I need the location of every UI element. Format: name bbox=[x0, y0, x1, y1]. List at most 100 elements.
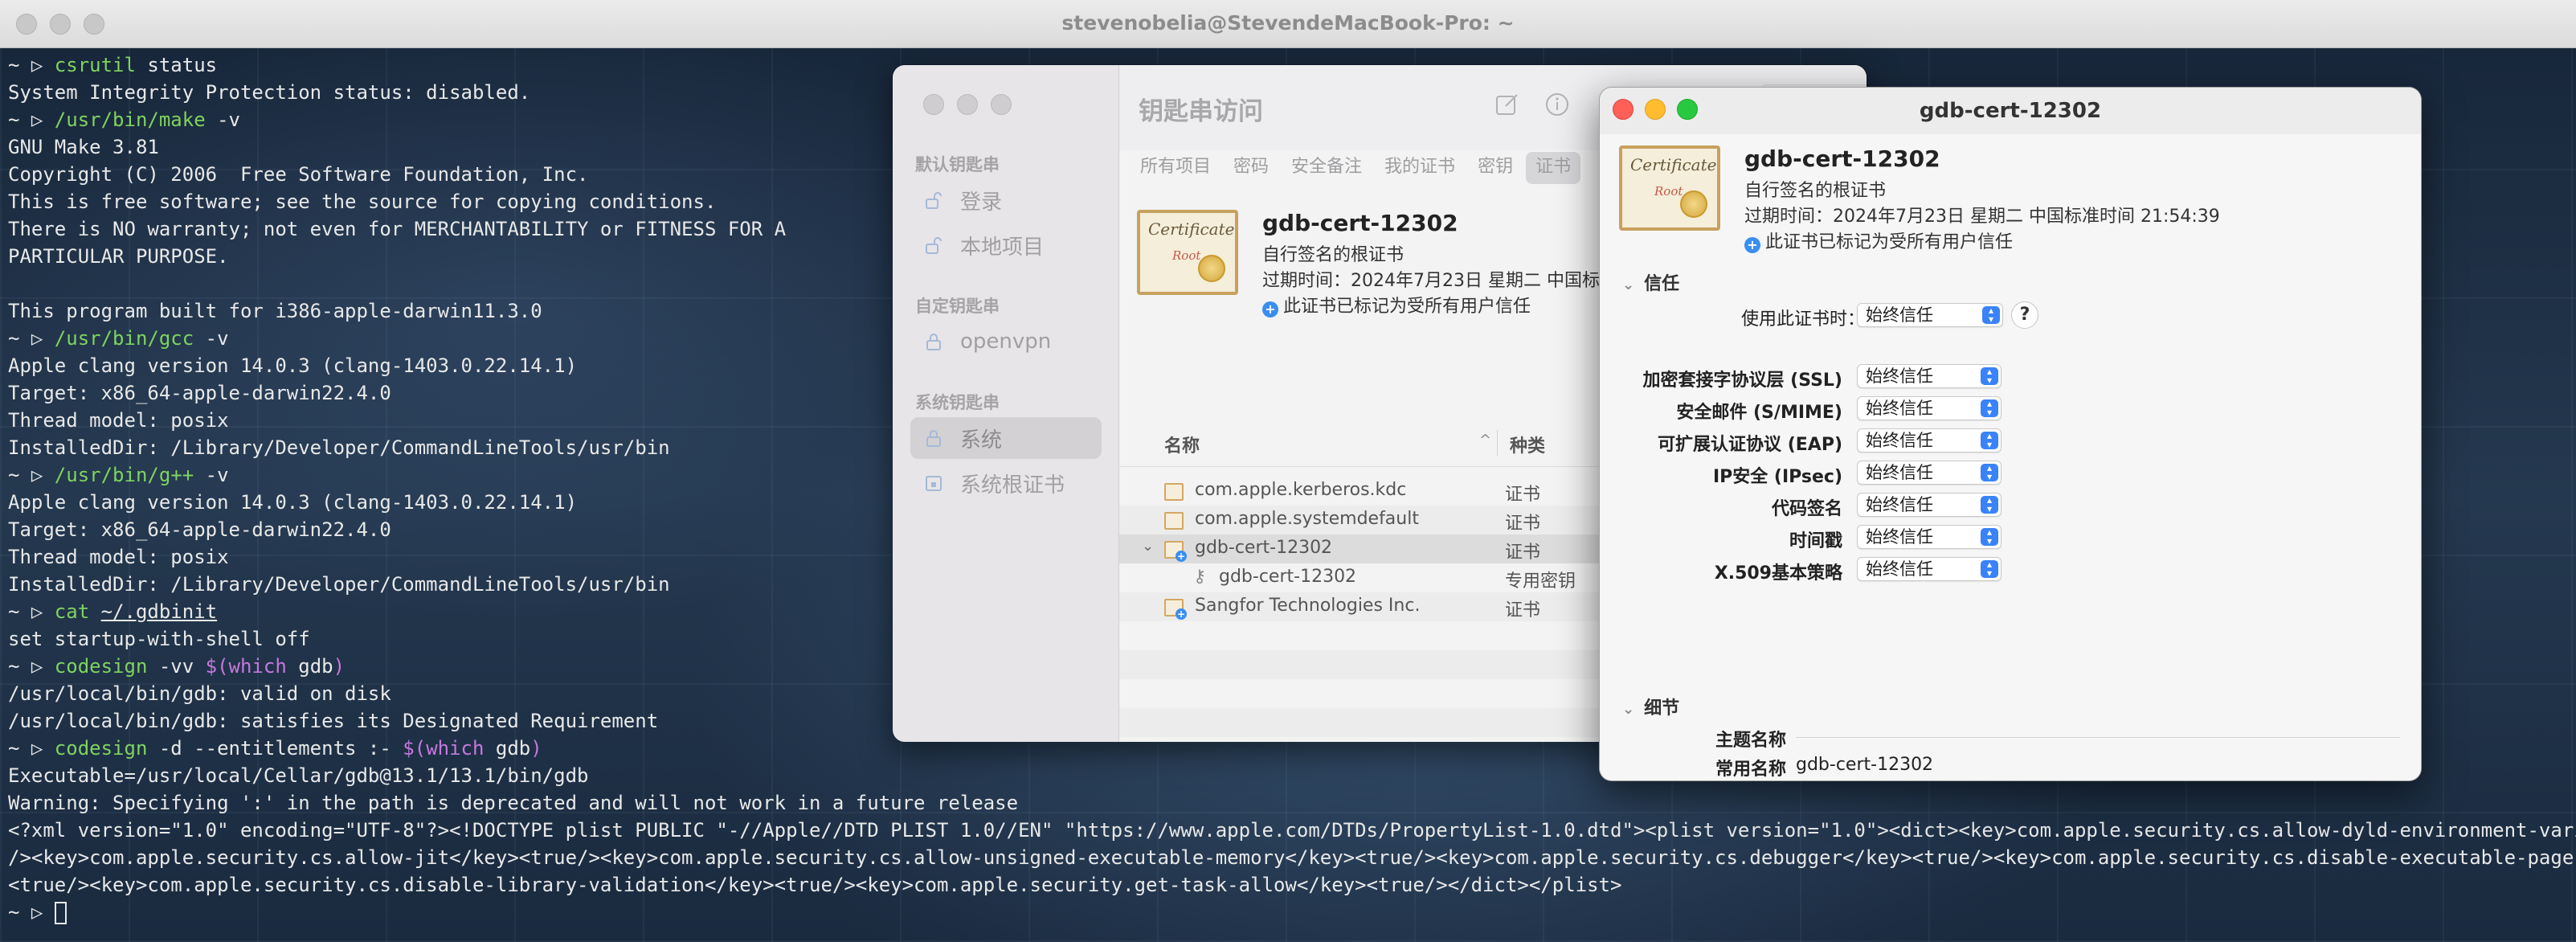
sidebar-group-default: 默认钥匙串 bbox=[915, 155, 1000, 174]
trust-policy-select[interactable]: 始终信任 ▴ ▾ bbox=[1857, 493, 2002, 517]
command-args: -d --entitlements :- bbox=[147, 737, 403, 760]
output-line: <?xml version="1.0" encoding="UTF-8"?><!… bbox=[8, 819, 2576, 842]
command-name: /usr/bin/gcc bbox=[54, 327, 194, 350]
subshell-arg: gdb bbox=[484, 737, 531, 760]
unlock-icon bbox=[923, 235, 944, 256]
trust-policy-select[interactable]: 始终信任 ▴ ▾ bbox=[1857, 428, 2002, 453]
command-args: status bbox=[135, 54, 218, 76]
output-line: /><key>com.apple.security.cs.allow-jit</… bbox=[8, 846, 2576, 869]
subshell-command: which bbox=[426, 737, 485, 760]
prompt: ~ ▷ bbox=[8, 54, 55, 76]
certificate-trust: + 此证书已标记为受所有用户信任 bbox=[1262, 292, 1531, 317]
command-name: cat bbox=[54, 600, 90, 623]
prompt: ~ ▷ bbox=[8, 901, 55, 924]
stepper-arrows-icon: ▴ ▾ bbox=[1981, 431, 1998, 449]
prompt: ~ ▷ bbox=[8, 600, 55, 623]
trust-policy-select[interactable]: 始终信任 ▴ ▾ bbox=[1857, 364, 2002, 388]
certificate-expiry: 过期时间：2024年7月23日 星期二 中国标准时间 21:54:39 bbox=[1744, 207, 2220, 227]
output-line: Warning: Specifying ':' in the path is d… bbox=[8, 792, 1019, 814]
sidebar-item-local[interactable]: 本地项目 bbox=[910, 224, 1102, 266]
window-title: gdb-cert-12302 bbox=[1919, 99, 2102, 123]
close-button[interactable] bbox=[923, 94, 944, 115]
use-certificate-label: 使用此证书时： bbox=[1740, 309, 1865, 330]
subshell-open: $( bbox=[205, 655, 229, 678]
sidebar-item-openvpn[interactable]: openvpn bbox=[910, 321, 1102, 362]
command-name: codesign bbox=[54, 655, 148, 678]
certificate-window-titlebar: gdb-cert-12302 bbox=[1600, 88, 2421, 134]
key-icon: ⚷ bbox=[1193, 567, 1207, 587]
detail-value: gdb-cert-12302 bbox=[1796, 755, 1934, 775]
trust-policy-select[interactable]: 始终信任 ▴ ▾ bbox=[1857, 525, 2002, 549]
info-icon[interactable] bbox=[1544, 91, 1571, 118]
command-name: csrutil bbox=[54, 54, 136, 76]
prompt: ~ ▷ bbox=[8, 655, 55, 678]
subject-name-heading: 主题名称 bbox=[1715, 731, 1786, 751]
trust-section-toggle[interactable]: ⌄ 信任 bbox=[1622, 269, 1679, 295]
tab-secure-notes[interactable]: 安全备注 bbox=[1282, 152, 1372, 184]
certificate-detail-window: gdb-cert-12302 Certificate Root gdb-cert… bbox=[1599, 87, 2422, 781]
certificate-type: 自行签名的根证书 bbox=[1262, 245, 1405, 265]
chevron-down-icon: ⌄ bbox=[1622, 276, 1635, 293]
prompt: ~ ▷ bbox=[8, 737, 55, 760]
trust-policy-select[interactable]: 始终信任 ▴ ▾ bbox=[1857, 396, 2002, 420]
tab-keys[interactable]: 密钥 bbox=[1468, 152, 1523, 184]
subshell-arg: gdb bbox=[286, 655, 333, 678]
sort-ascending-icon: ^ bbox=[1479, 432, 1492, 448]
sidebar-item-login[interactable]: 登录 bbox=[910, 179, 1102, 221]
certificate-expiry: 过期时间：2024年7月23日 星期二 中国标 bbox=[1262, 271, 1600, 291]
chevron-down-icon: ⌄ bbox=[1622, 701, 1635, 718]
certificate-trust: + 此证书已标记为受所有用户信任 bbox=[1744, 227, 2013, 253]
sidebar-group-custom: 自定钥匙串 bbox=[915, 297, 1000, 316]
prompt: ~ ▷ bbox=[8, 327, 55, 350]
certificate-name: gdb-cert-12302 bbox=[1744, 145, 1940, 172]
certificate-icon: Certificate Root bbox=[1137, 210, 1238, 295]
trust-policy-label: 安全邮件 (S/MIME) bbox=[1676, 403, 1842, 423]
disclosure-down-icon[interactable]: ⌄ bbox=[1142, 538, 1154, 555]
tab-certificates[interactable]: 证书 bbox=[1526, 152, 1581, 184]
command-args: -v bbox=[205, 109, 240, 131]
stepper-arrows-icon: ▴ ▾ bbox=[1981, 495, 1998, 514]
trust-policy-label: 时间戳 bbox=[1789, 531, 1842, 551]
detail-label: 常用名称 bbox=[1715, 760, 1786, 780]
prompt: ~ ▷ bbox=[8, 109, 55, 131]
certificate-type: 自行签名的根证书 bbox=[1744, 181, 1887, 201]
output-line: <true/><key>com.apple.security.cs.disabl… bbox=[8, 874, 1622, 896]
unlock-icon bbox=[923, 190, 944, 211]
sidebar-item-system-roots[interactable]: 系统根证书 bbox=[910, 462, 1102, 504]
seal-icon bbox=[1198, 255, 1225, 282]
trust-policy-label: X.509基本策略 bbox=[1714, 563, 1842, 584]
tab-my-certificates[interactable]: 我的证书 bbox=[1375, 152, 1465, 184]
terminal-titlebar: stevenobelia@StevendeMacBook-Pro: ~ bbox=[0, 0, 2576, 48]
zoom-button[interactable] bbox=[991, 94, 1012, 115]
help-button[interactable]: ? bbox=[2011, 301, 2038, 329]
column-header-kind[interactable]: 种类 bbox=[1510, 432, 1545, 457]
use-certificate-select[interactable]: 始终信任 ▴ ▾ bbox=[1857, 303, 2003, 327]
trust-policy-label: IP安全 (IPsec) bbox=[1712, 467, 1842, 487]
compose-icon[interactable] bbox=[1494, 91, 1521, 118]
details-section-toggle[interactable]: ⌄ 细节 bbox=[1622, 694, 1679, 719]
stepper-arrows-icon: ▴ ▾ bbox=[1981, 463, 1998, 481]
minimize-button[interactable] bbox=[957, 94, 978, 115]
stepper-arrows-icon: ▴ ▾ bbox=[1981, 399, 1998, 417]
column-header-name[interactable]: 名称 bbox=[1164, 432, 1200, 457]
stepper-arrows-icon: ▴ ▾ bbox=[1982, 305, 2000, 324]
certificate-icon bbox=[1164, 483, 1184, 501]
tab-all-items[interactable]: 所有项目 bbox=[1131, 152, 1221, 184]
certificate-name: gdb-cert-12302 bbox=[1262, 210, 1458, 236]
text-cursor bbox=[54, 902, 67, 924]
stepper-arrows-icon: ▴ ▾ bbox=[1981, 559, 1998, 578]
command-args: -vv bbox=[147, 655, 206, 678]
trusted-certificate-icon bbox=[1164, 599, 1187, 620]
certificate-icon bbox=[1164, 512, 1184, 530]
command-args: -v bbox=[194, 327, 229, 350]
trust-policy-label: 可扩展认证协议 (EAP) bbox=[1658, 435, 1842, 455]
trust-policy-select[interactable]: 始终信任 ▴ ▾ bbox=[1857, 557, 2002, 581]
command-name: /usr/bin/g++ bbox=[54, 464, 194, 486]
seal-icon bbox=[1680, 190, 1707, 218]
command-path-arg: ~/.gdbinit bbox=[100, 600, 218, 623]
sidebar-item-system[interactable]: 系统 bbox=[910, 417, 1102, 459]
subshell-open: $( bbox=[403, 737, 427, 760]
tab-passwords[interactable]: 密码 bbox=[1224, 152, 1278, 184]
trust-policy-select[interactable]: 始终信任 ▴ ▾ bbox=[1857, 461, 2002, 485]
stepper-arrows-icon: ▴ ▾ bbox=[1981, 367, 1998, 385]
